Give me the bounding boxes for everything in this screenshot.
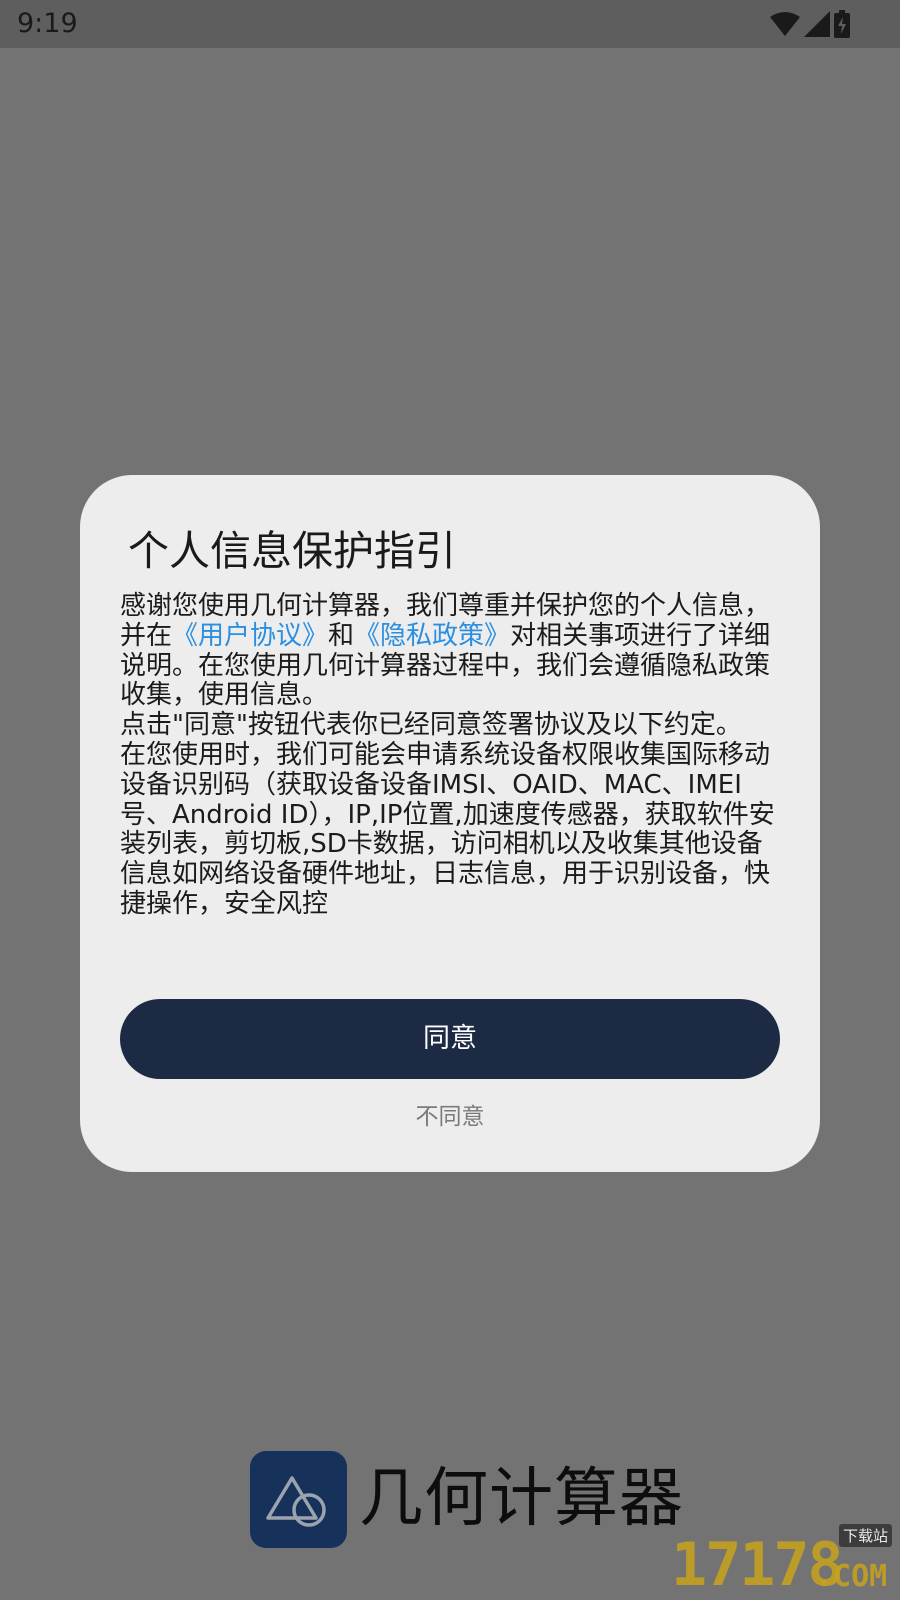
dialog-title: 个人信息保护指引 <box>128 527 456 575</box>
disagree-button[interactable]: 不同意 <box>350 1097 550 1137</box>
watermark-domain: .COM <box>815 1559 888 1594</box>
dialog-paragraph-consent: 点击"同意"按钮代表你已经同意签署协议及以下约定。 <box>120 710 742 741</box>
dialog-paragraph-permissions: 在您使用时，我们可能会申请系统设备权限收集国际移动设备识别码（获取设备设备IMS… <box>120 739 775 919</box>
dialog-paragraph-intro: 感谢您使用几何计算器，我们尊重并保护您的个人信息，并在《用户协议》和《隐私政策》… <box>120 591 780 711</box>
and-text: 和 <box>328 620 355 651</box>
status-icons <box>770 9 850 39</box>
triangle-circle-logo-icon <box>250 1451 347 1548</box>
agree-button[interactable]: 同意 <box>120 999 780 1079</box>
battery-charging-icon <box>834 10 850 38</box>
signal-icon <box>804 11 830 37</box>
status-time: 9:19 <box>17 8 78 39</box>
privacy-policy-link[interactable]: 《隐私政策》 <box>354 621 510 651</box>
app-brand: 几何计算器 <box>250 1451 684 1548</box>
status-bar: 9:19 <box>0 0 900 48</box>
watermark-tag: 下载站 <box>838 1524 892 1547</box>
user-agreement-link[interactable]: 《用户协议》 <box>172 621 328 651</box>
app-name: 几何计算器 <box>359 1462 684 1536</box>
watermark: 17178 .COM 下载站 <box>671 1524 896 1596</box>
privacy-dialog: 个人信息保护指引 感谢您使用几何计算器，我们尊重并保护您的个人信息，并在《用户协… <box>80 475 820 1172</box>
wifi-icon <box>770 11 800 37</box>
dialog-body: 感谢您使用几何计算器，我们尊重并保护您的个人信息，并在《用户协议》和《隐私政策》… <box>120 591 780 920</box>
